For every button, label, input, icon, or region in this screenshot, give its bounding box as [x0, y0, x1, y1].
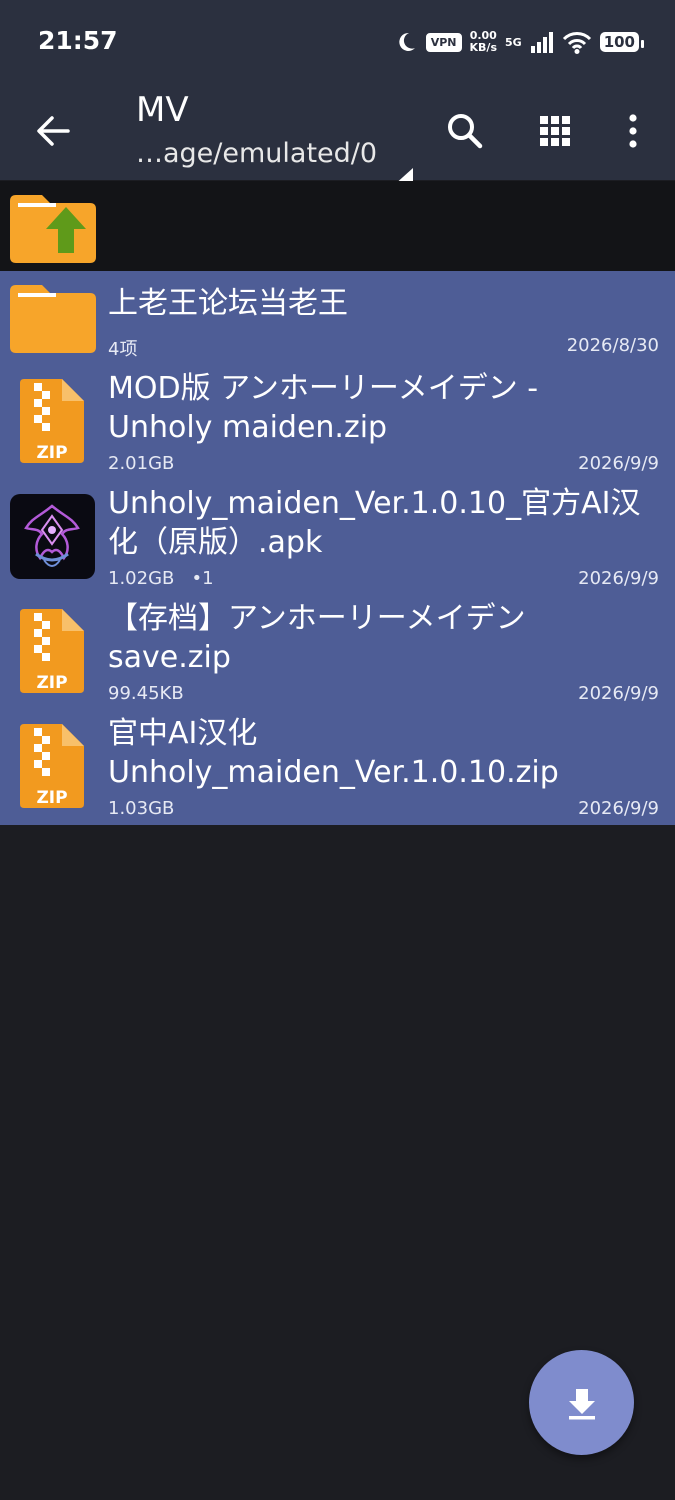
list-item[interactable]: ZIP 官中AI汉化 Unholy_maiden_Ver.1.0.10.zip …: [0, 708, 675, 825]
zip-file-icon: ZIP: [20, 609, 84, 693]
more-options-icon[interactable]: [608, 106, 658, 156]
item-name-line1: Unholy_maiden_Ver.1.0.10_官方AI汉: [108, 486, 641, 521]
item-date: 2026/8/30: [566, 335, 659, 356]
item-meta: 4项: [108, 339, 138, 360]
folder-title: MV: [136, 90, 189, 130]
item-date: 2026/9/9: [578, 798, 659, 819]
wifi-icon: [562, 32, 591, 54]
item-name: 上老王论坛当老王: [108, 286, 348, 321]
status-icons: VPN 0.00 KB/s 5G 100: [394, 26, 645, 58]
item-date: 2026/9/9: [578, 453, 659, 474]
battery-indicator: 100: [599, 32, 645, 52]
search-icon[interactable]: [440, 106, 490, 156]
path-breadcrumb[interactable]: …age/emulated/0: [136, 138, 377, 169]
zip-label: ZIP: [36, 673, 67, 693]
list-item[interactable]: ZIP 【存档】アンホーリーメイデン save.zip 99.45KB 2026…: [0, 593, 675, 708]
moon-icon: [399, 32, 415, 51]
item-meta: 2.01GB: [108, 453, 175, 474]
back-arrow-icon[interactable]: [28, 106, 78, 156]
zip-file-icon: ZIP: [20, 724, 84, 808]
zip-label: ZIP: [36, 788, 67, 808]
folder-icon: [10, 285, 96, 353]
item-name-line1: MOD版 アンホーリーメイデン -: [108, 371, 539, 406]
apk-app-icon: [10, 494, 95, 579]
item-name-line2: Unholy_maiden_Ver.1.0.10.zip: [108, 755, 559, 790]
network-type: 5G: [505, 35, 522, 49]
item-name-line1: 【存档】アンホーリーメイデン: [108, 601, 526, 636]
vpn-badge: VPN: [425, 32, 462, 52]
zip-label: ZIP: [36, 443, 67, 463]
app-toolbar: MV …age/emulated/0: [0, 80, 675, 186]
item-date: 2026/9/9: [578, 683, 659, 704]
list-item[interactable]: Unholy_maiden_Ver.1.0.10_官方AI汉 化（原版）.apk…: [0, 478, 675, 593]
list-item[interactable]: 上老王论坛当老王 4项 2026/8/30: [0, 271, 675, 363]
item-name-line1: 官中AI汉化: [108, 716, 258, 751]
signal-icon: [530, 32, 553, 53]
download-icon: [568, 1388, 595, 1419]
item-name-line2: save.zip: [108, 640, 231, 675]
item-date: 2026/9/9: [578, 568, 659, 589]
download-fab-button[interactable]: [529, 1350, 634, 1455]
parent-directory-row[interactable]: ..: [0, 181, 675, 409]
zip-file-icon: ZIP: [20, 379, 84, 463]
speed-unit: KB/s: [469, 41, 497, 54]
item-meta: 1.02GB •1: [108, 568, 214, 589]
grid-view-icon[interactable]: [530, 106, 580, 156]
status-bar: 21:57 VPN 0.00 KB/s 5G 100: [0, 0, 675, 80]
status-time: 21:57: [38, 26, 118, 55]
folder-up-icon: [10, 195, 96, 263]
item-meta: 1.03GB: [108, 798, 175, 819]
network-speed: 0.00 KB/s: [470, 30, 497, 54]
item-meta: 99.45KB: [108, 683, 184, 704]
item-name-line2: Unholy maiden.zip: [108, 410, 388, 445]
list-item[interactable]: ZIP MOD版 アンホーリーメイデン - Unholy maiden.zip …: [0, 363, 675, 478]
item-name-line2: 化（原版）.apk: [108, 525, 323, 560]
